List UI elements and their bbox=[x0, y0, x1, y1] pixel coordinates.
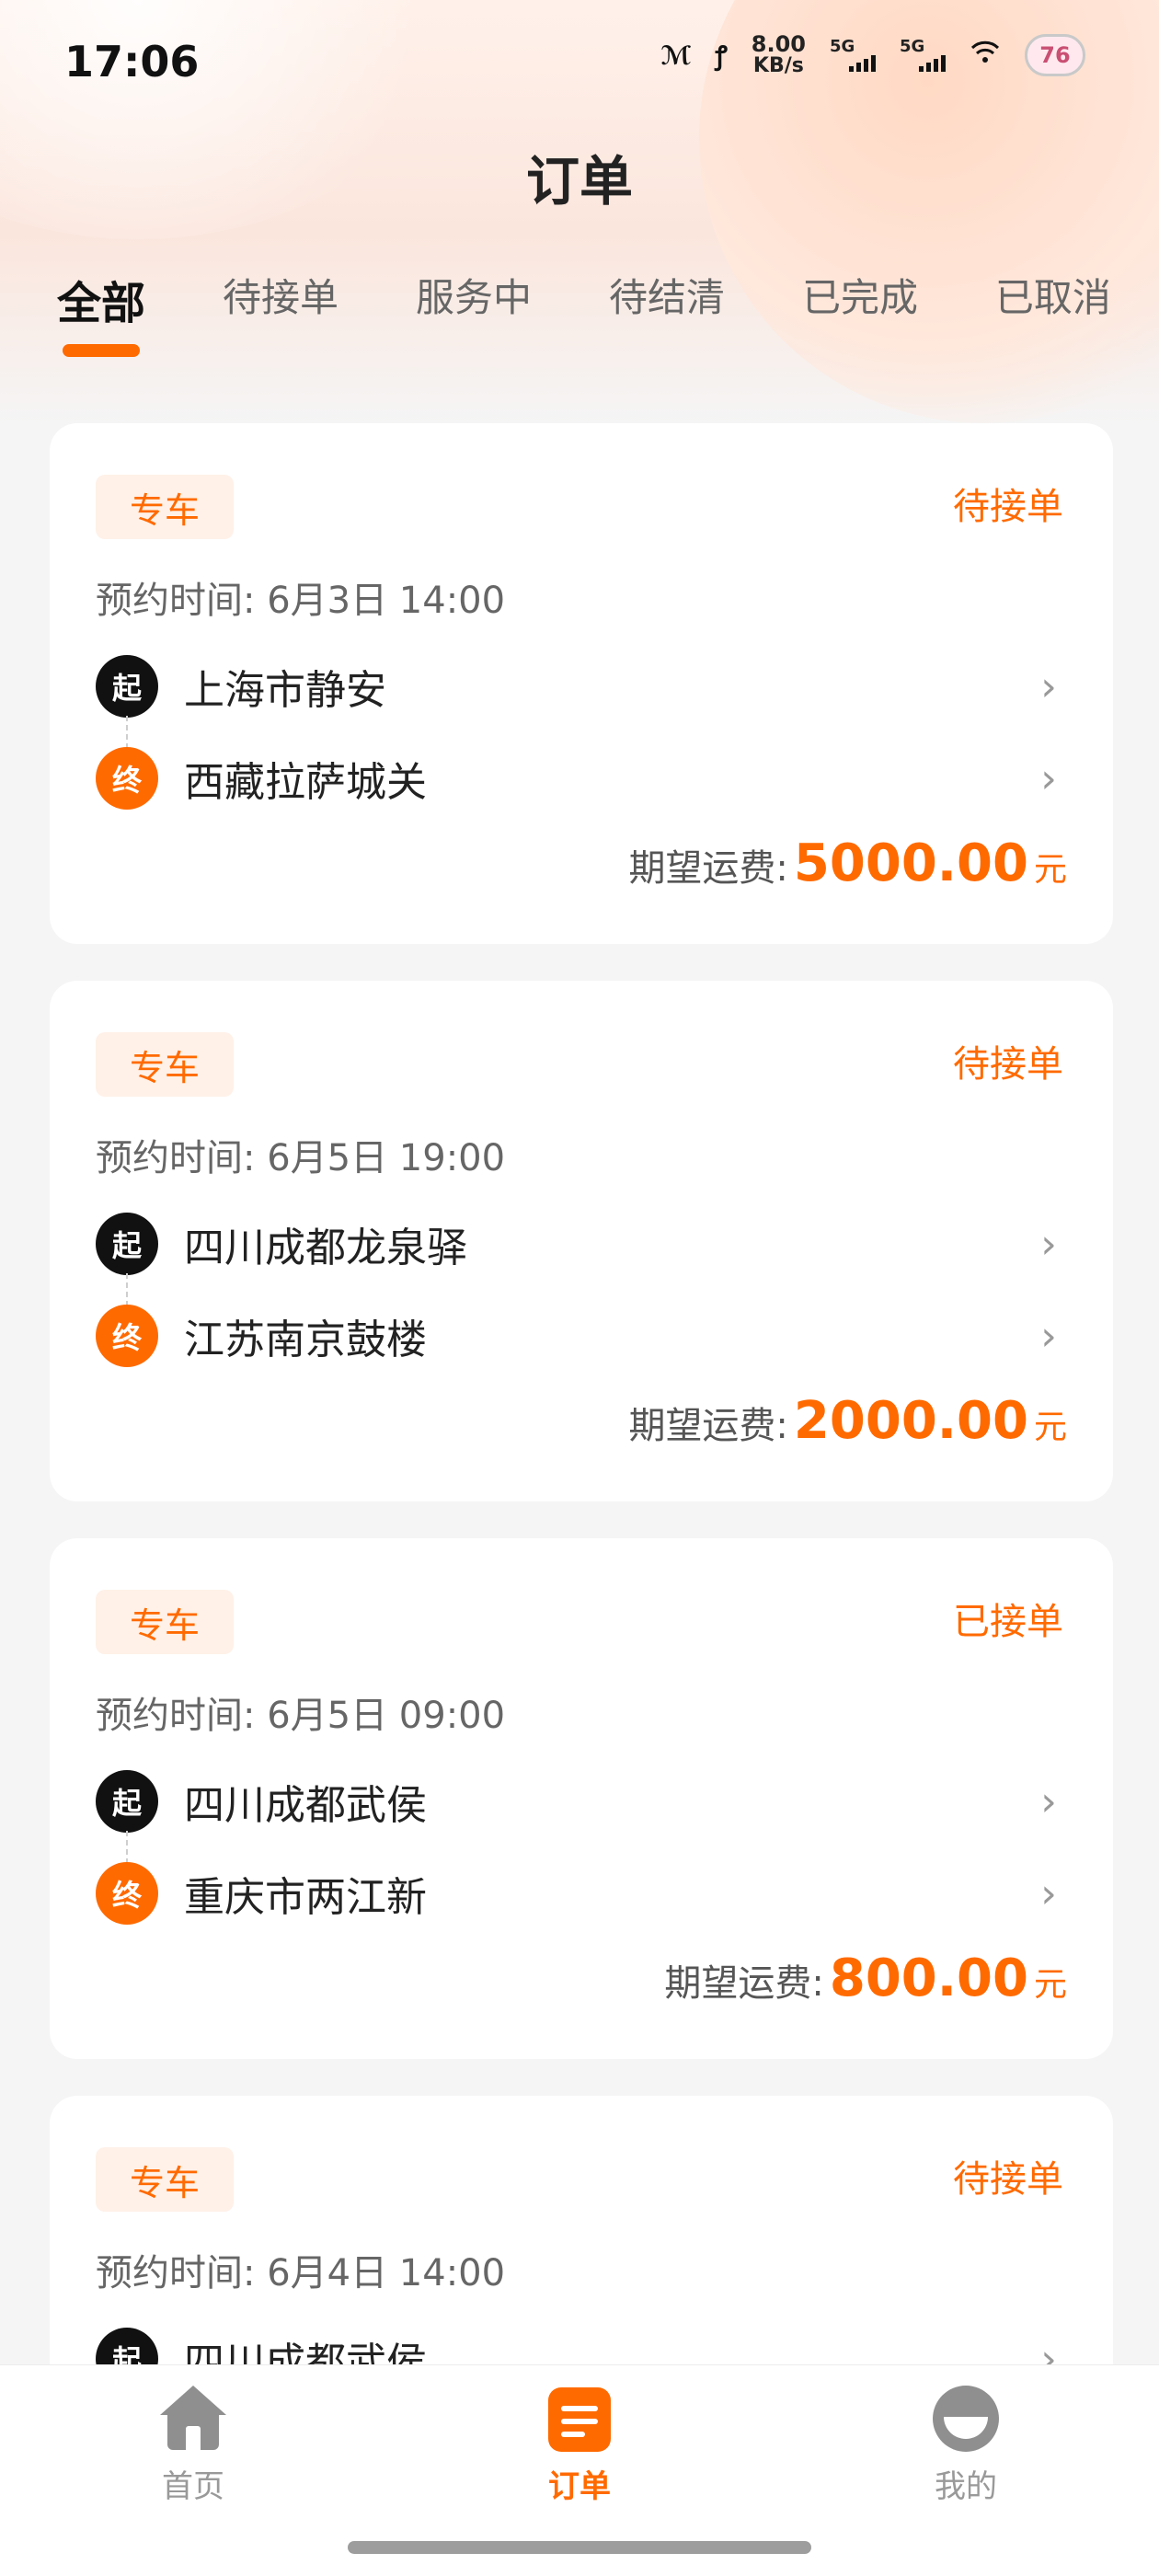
fee-unit: 元 bbox=[1033, 1409, 1067, 1446]
chevron-right-icon: › bbox=[1040, 754, 1057, 802]
signal-icon: 5G bbox=[830, 37, 876, 74]
end-badge: 终 bbox=[96, 1305, 158, 1367]
tab-all[interactable]: 全部 bbox=[46, 267, 156, 359]
order-tabs: 全部 待接单 服务中 待结清 已完成 已取消 bbox=[46, 267, 1122, 359]
fee-amount: 5000.00 bbox=[793, 834, 1028, 893]
order-card[interactable]: 专车 待接单 预约时间: 6月5日 19:00 起 四川成都龙泉驿 › 终 江苏… bbox=[50, 981, 1113, 1501]
order-list-icon bbox=[546, 2386, 613, 2452]
car-type-tag: 专车 bbox=[96, 475, 234, 539]
reservation-time: 预约时间: 6月5日 09:00 bbox=[96, 1695, 506, 1737]
expected-fee: 期望运费: 2000.00 元 bbox=[628, 1391, 1067, 1451]
start-location-row[interactable]: 起 四川成都龙泉驿 › bbox=[96, 1209, 1067, 1279]
end-badge: 终 bbox=[96, 747, 158, 810]
net-speed-unit: KB/s bbox=[752, 54, 804, 77]
start-address: 四川成都武侯 bbox=[184, 1782, 427, 1829]
car-type-tag: 专车 bbox=[96, 1590, 234, 1654]
net-speed: 8.00 KB/s bbox=[752, 33, 806, 77]
signal-icon: 5G bbox=[900, 37, 946, 74]
chevron-right-icon: › bbox=[1040, 1869, 1057, 1917]
start-location-row[interactable]: 起 四川成都武侯 › bbox=[96, 1766, 1067, 1836]
tab-label: 已取消 bbox=[994, 275, 1111, 320]
car-type-tag: 专车 bbox=[96, 2147, 234, 2212]
fee-amount: 2000.00 bbox=[793, 1391, 1028, 1451]
start-address: 上海市静安 bbox=[184, 667, 386, 714]
start-badge: 起 bbox=[96, 1770, 158, 1833]
status-time: 17:06 bbox=[64, 37, 200, 86]
end-badge: 终 bbox=[96, 1862, 158, 1925]
expected-fee: 期望运费: 800.00 元 bbox=[664, 1949, 1067, 2008]
start-badge: 起 bbox=[96, 655, 158, 718]
chevron-right-icon: › bbox=[1040, 1220, 1057, 1268]
signal-label: 5G bbox=[830, 37, 855, 56]
reservation-time: 预约时间: 6月4日 14:00 bbox=[96, 2252, 506, 2294]
nav-home-label: 首页 bbox=[162, 2468, 224, 2505]
order-card[interactable]: 专车 待接单 预约时间: 6月3日 14:00 起 上海市静安 › 终 西藏拉萨… bbox=[50, 423, 1113, 944]
order-list[interactable]: 专车 待接单 预约时间: 6月3日 14:00 起 上海市静安 › 终 西藏拉萨… bbox=[50, 423, 1113, 2364]
end-location-row[interactable]: 终 江苏南京鼓楼 › bbox=[96, 1301, 1067, 1371]
expected-fee: 期望运费: 5000.00 元 bbox=[628, 834, 1067, 893]
tab-label: 已完成 bbox=[801, 275, 918, 320]
start-address: 四川成都龙泉驿 bbox=[184, 1225, 467, 1271]
home-indicator[interactable] bbox=[348, 2541, 811, 2554]
chevron-right-icon: › bbox=[1040, 2335, 1057, 2365]
nfc-icon: ꝭ bbox=[715, 40, 728, 71]
nav-me[interactable]: 我的 bbox=[874, 2386, 1058, 2506]
order-card[interactable]: 专车 待接单 预约时间: 6月4日 14:00 起 四川成都武侯 › bbox=[50, 2096, 1113, 2364]
carrier-logo-icon: ℳ bbox=[660, 40, 692, 71]
start-badge: 起 bbox=[96, 1213, 158, 1275]
chevron-right-icon: › bbox=[1040, 1312, 1057, 1360]
battery-icon: 76 bbox=[1025, 34, 1085, 76]
start-badge: 起 bbox=[96, 2328, 158, 2364]
nav-me-label: 我的 bbox=[935, 2468, 997, 2505]
status-icons: ℳ ꝭ 8.00 KB/s 5G 5G 76 bbox=[660, 33, 1085, 77]
tab-label: 待结清 bbox=[608, 275, 725, 320]
tab-label: 服务中 bbox=[415, 275, 532, 320]
fee-unit: 元 bbox=[1033, 1966, 1067, 2004]
start-address: 四川成都武侯 bbox=[184, 2340, 427, 2364]
tab-pending[interactable]: 待接单 bbox=[212, 267, 350, 359]
reservation-time: 预约时间: 6月5日 19:00 bbox=[96, 1137, 506, 1179]
tab-label: 全部 bbox=[57, 278, 146, 329]
tab-label: 待接单 bbox=[222, 275, 339, 320]
fee-amount: 800.00 bbox=[829, 1949, 1028, 2008]
car-type-tag: 专车 bbox=[96, 1032, 234, 1097]
order-status: 待接单 bbox=[953, 486, 1063, 528]
fee-label: 期望运费: bbox=[628, 1405, 788, 1447]
profile-icon bbox=[933, 2386, 999, 2452]
wifi-icon bbox=[970, 37, 1001, 75]
order-status: 待接单 bbox=[953, 1043, 1063, 1086]
page-title: 订单 bbox=[525, 150, 633, 213]
order-status: 已接单 bbox=[953, 1601, 1063, 1643]
chevron-right-icon: › bbox=[1040, 662, 1057, 710]
chevron-right-icon: › bbox=[1040, 1777, 1057, 1825]
start-location-row[interactable]: 起 四川成都武侯 › bbox=[96, 2324, 1067, 2364]
fee-unit: 元 bbox=[1033, 851, 1067, 889]
fee-label: 期望运费: bbox=[628, 847, 788, 890]
start-location-row[interactable]: 起 上海市静安 › bbox=[96, 651, 1067, 721]
order-status: 待接单 bbox=[953, 2158, 1063, 2201]
home-icon bbox=[160, 2386, 226, 2452]
reservation-time: 预约时间: 6月3日 14:00 bbox=[96, 580, 506, 622]
end-location-row[interactable]: 终 重庆市两江新 › bbox=[96, 1858, 1067, 1928]
tab-cancelled[interactable]: 已取消 bbox=[984, 267, 1122, 359]
tab-in-service[interactable]: 服务中 bbox=[405, 267, 543, 359]
end-address: 重庆市两江新 bbox=[184, 1874, 427, 1921]
tab-active-indicator bbox=[63, 344, 140, 357]
tab-completed[interactable]: 已完成 bbox=[791, 267, 929, 359]
end-location-row[interactable]: 终 西藏拉萨城关 › bbox=[96, 743, 1067, 813]
order-card[interactable]: 专车 已接单 预约时间: 6月5日 09:00 起 四川成都武侯 › 终 重庆市… bbox=[50, 1538, 1113, 2059]
nav-home[interactable]: 首页 bbox=[101, 2386, 285, 2506]
nav-orders[interactable]: 订单 bbox=[488, 2386, 671, 2506]
signal-label: 5G bbox=[900, 37, 925, 56]
tab-to-settle[interactable]: 待结清 bbox=[598, 267, 736, 359]
fee-label: 期望运费: bbox=[664, 1962, 824, 2005]
end-address: 江苏南京鼓楼 bbox=[184, 1317, 427, 1363]
nav-orders-label: 订单 bbox=[548, 2468, 611, 2505]
status-bar: 17:06 ℳ ꝭ 8.00 KB/s 5G 5G 76 bbox=[0, 0, 1159, 120]
end-address: 西藏拉萨城关 bbox=[184, 759, 427, 806]
net-speed-value: 8.00 bbox=[751, 31, 806, 57]
